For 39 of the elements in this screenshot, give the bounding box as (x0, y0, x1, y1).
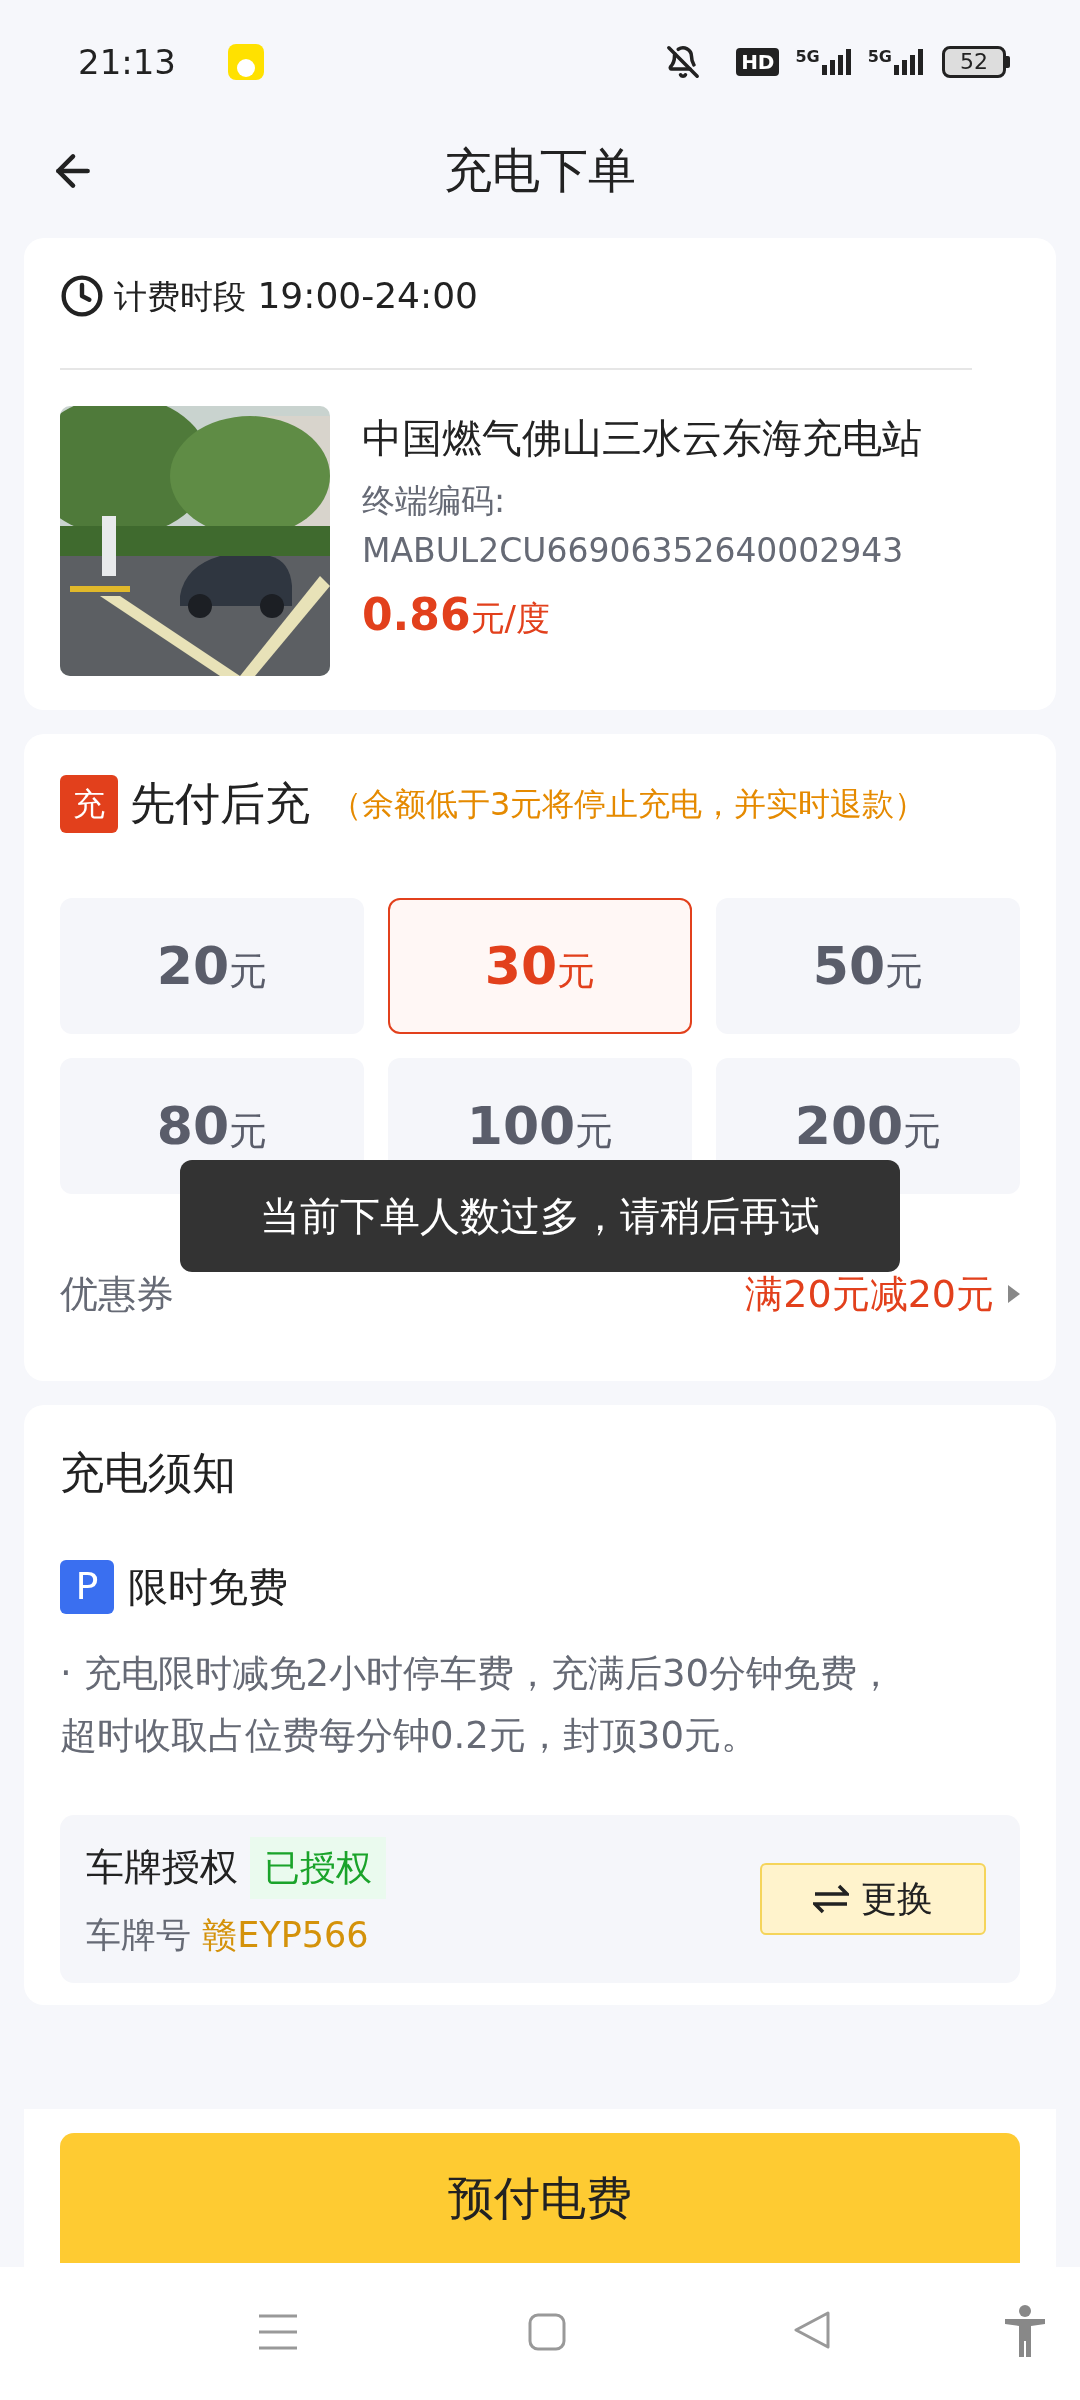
billing-period: 计费时段 19:00-24:00 (114, 274, 478, 318)
amount-option[interactable]: 20元 (60, 897, 364, 1034)
parking-description: · 充电限时减免2小时停车费，充满后30分钟免费，超时收取占位费每分钟0.2元，封顶30元。 (60, 1650, 896, 1759)
notice-title: 充电须知 (60, 1445, 237, 1500)
menu-icon[interactable] (259, 2313, 297, 2351)
parking-title: 限时免费 (128, 1562, 288, 1612)
prepay-note: （余额低于3元将停止充电，并实时退款） (330, 783, 927, 825)
back-icon[interactable] (794, 2311, 830, 2349)
clock-icon (60, 274, 104, 318)
terminal-label: 终端编码: (362, 480, 507, 522)
parking-badge: P (60, 1559, 114, 1614)
home-icon[interactable] (528, 2313, 566, 2351)
signal-icon (894, 49, 924, 75)
authorization-status: 已授权 (250, 1836, 386, 1899)
accessibility-icon[interactable] (1005, 2305, 1045, 2357)
swap-icon (813, 1883, 849, 1914)
change-plate-button[interactable]: 更换 (760, 1862, 986, 1935)
amount-option[interactable]: 50元 (716, 897, 1020, 1034)
plate-number: 车牌号 赣EYP566 (86, 1913, 370, 1957)
charge-badge: 充 (60, 774, 118, 833)
prepay-title: 先付后充 (130, 776, 310, 832)
coupon-label: 优惠券 (60, 1270, 174, 1318)
network-label: 5G (795, 49, 820, 65)
bell-muted-icon (666, 45, 701, 79)
order-toast: 当前下单人数过多，请稍后再试 (180, 1160, 900, 1272)
status-time: 21:13 (78, 40, 176, 84)
signal-icon (821, 49, 852, 75)
battery-indicator: 52 (942, 46, 1006, 78)
page-title: 充电下单 (444, 141, 636, 200)
amount-option[interactable]: 30元 (388, 897, 692, 1034)
unit-price: 0.86元/度 (362, 588, 552, 642)
station-name: 中国燃气佛山三水云东海充电站 (362, 414, 922, 463)
app-notification-icon (228, 44, 264, 80)
caret-icon (1008, 1285, 1020, 1303)
hd-badge: HD (736, 48, 780, 76)
prepay-button[interactable]: 预付电费 (60, 2133, 1020, 2263)
terminal-code: MABUL2CU66906352640002943 (362, 530, 905, 572)
plate-title: 车牌授权 (86, 1844, 238, 1891)
network-label: 5G (867, 49, 892, 65)
